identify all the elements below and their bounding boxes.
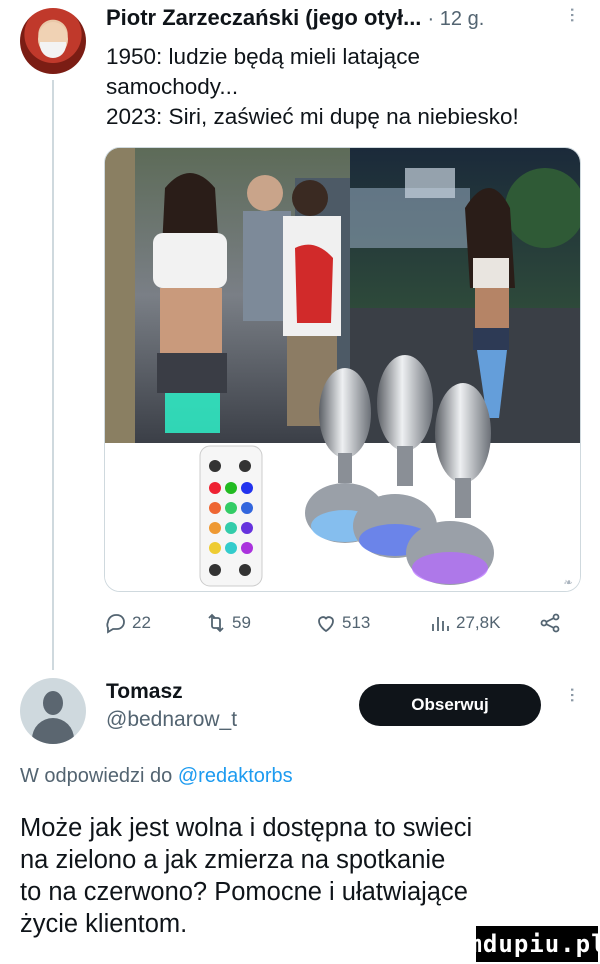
avatar-torso: [32, 718, 74, 744]
retweet-icon: [208, 613, 224, 633]
retweet-count: 59: [232, 613, 251, 632]
more-icon[interactable]: ···: [560, 6, 586, 22]
reply-icon: [106, 614, 125, 634]
author-avatar[interactable]: [20, 8, 86, 74]
tweet-text: 1950: ludzie będą mieli latające samocho…: [106, 44, 519, 129]
tweet-header: Piotr Zarzeczański (jego otył... · 12 g.: [106, 5, 576, 35]
views-icon: [432, 617, 449, 631]
share-icon: [540, 613, 560, 633]
views-count: 27,8K: [456, 613, 501, 632]
reply-button[interactable]: 22: [104, 611, 151, 635]
like-count: 513: [342, 613, 371, 632]
share-button[interactable]: [538, 611, 562, 635]
tweet-media[interactable]: ❧: [104, 147, 581, 592]
media-watermark: ❧: [562, 577, 572, 589]
follow-button[interactable]: Obserwuj: [359, 684, 541, 726]
tweet-actions: 22 59 513 27,8K: [104, 611, 584, 641]
avatar-head: [43, 691, 63, 715]
media-image: [105, 148, 580, 591]
heart-icon: [318, 616, 334, 633]
author-name[interactable]: Piotr Zarzeczański (jego otył...: [106, 5, 421, 30]
thread-line: [52, 80, 54, 670]
reply-mention-link[interactable]: @redaktorbs: [178, 765, 293, 787]
reply-avatar[interactable]: [20, 678, 86, 744]
reply-context: W odpowiedzi do @redaktorbs: [20, 765, 293, 788]
like-button[interactable]: 513: [314, 611, 370, 635]
reply-text: Może jak jest wolna i dostępna to swieci…: [20, 814, 473, 938]
reply-author-name[interactable]: Tomasz: [106, 680, 183, 704]
tweet-time[interactable]: · 12 g.: [428, 8, 485, 30]
reply-author-handle[interactable]: @bednarow_t: [106, 708, 237, 732]
reply-prefix: W odpowiedzi do: [20, 765, 173, 787]
reply-count: 22: [132, 613, 151, 632]
site-watermark: mdupiu.pl: [467, 926, 600, 962]
views-button[interactable]: 27,8K: [428, 611, 500, 635]
retweet-button[interactable]: 59: [204, 611, 251, 635]
avatar-beard: [40, 42, 66, 58]
more-icon[interactable]: ···: [560, 686, 586, 702]
